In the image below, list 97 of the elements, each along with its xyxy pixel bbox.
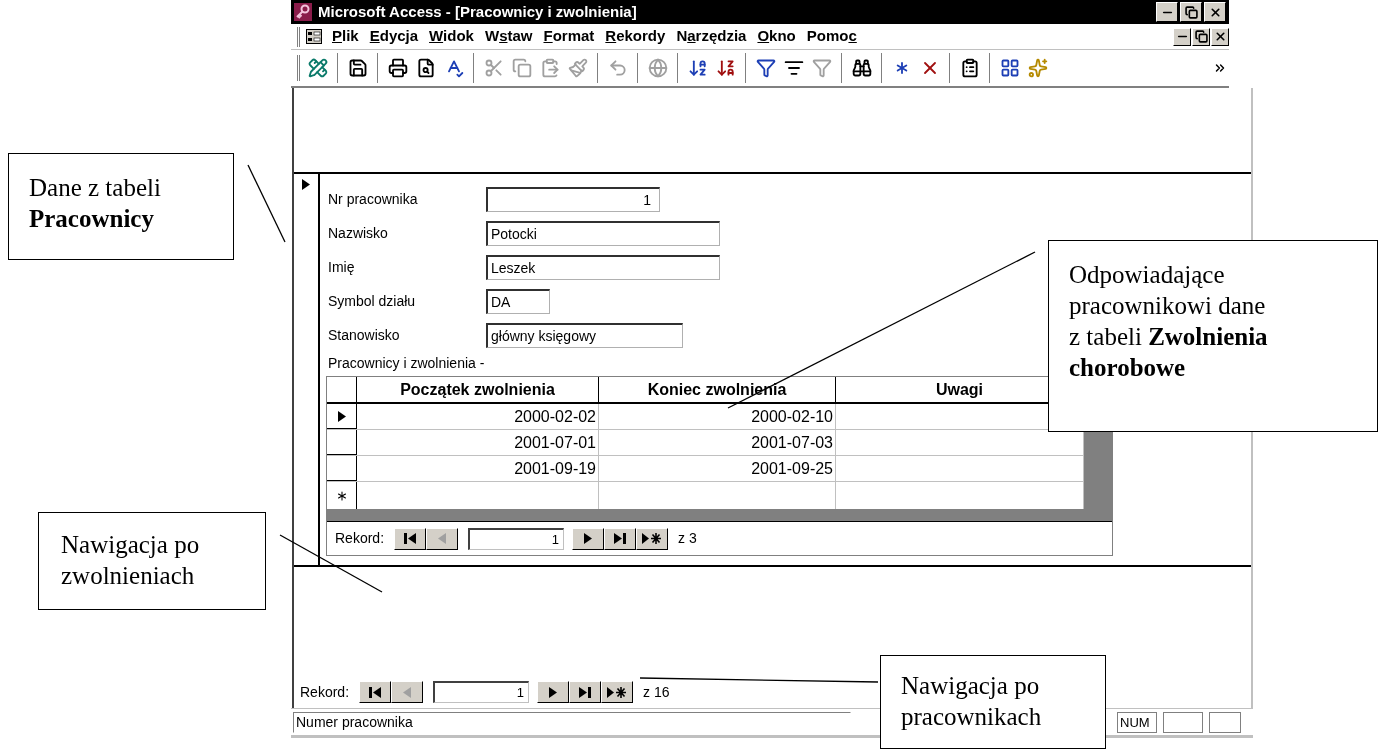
status-indicator: NUM — [1117, 711, 1157, 733]
new-record-icon — [642, 532, 663, 545]
form-icon — [306, 29, 322, 44]
funnel-icon — [812, 58, 832, 78]
copy-icon — [512, 58, 532, 78]
row-selector[interactable] — [327, 430, 357, 455]
menu-item[interactable]: Okno — [757, 25, 796, 48]
callout-text: Dane z tabeli Pracownicy — [8, 153, 234, 260]
restore-button[interactable] — [1192, 27, 1210, 46]
new-record-button[interactable] — [636, 527, 669, 550]
first-record-button[interactable] — [359, 681, 392, 703]
minimize-button[interactable] — [1173, 27, 1191, 46]
sort-descending-icon — [716, 58, 736, 78]
toolbar-overflow-icon — [1213, 61, 1227, 75]
close-button[interactable] — [1211, 27, 1229, 46]
next-icon — [549, 686, 558, 698]
menu-item[interactable]: Narzędzia — [676, 25, 747, 48]
table-cell: 2000-02-10 — [599, 404, 836, 429]
previous-icon — [403, 686, 412, 698]
column-header[interactable]: Uwagi — [935, 377, 984, 402]
window-title: Microsoft Access - [Pracownicy i zwolnienia] — [318, 1, 638, 22]
record-number-field[interactable]: 1 — [433, 681, 530, 703]
current-record-icon — [302, 179, 310, 190]
binoculars-icon — [852, 58, 872, 78]
window-grid-icon — [1000, 58, 1020, 78]
print-icon — [388, 58, 408, 78]
row-selector[interactable] — [327, 456, 357, 481]
paintbrush-icon — [568, 58, 588, 78]
minimize-button[interactable] — [1156, 2, 1178, 22]
first-record-button[interactable] — [394, 527, 427, 550]
text-field[interactable]: główny księgowy — [486, 322, 683, 348]
record-count: z 3 — [678, 529, 697, 548]
menu-item[interactable]: Widok — [429, 25, 474, 48]
menu-item[interactable]: Plik — [332, 25, 359, 48]
restore-button[interactable] — [1180, 2, 1202, 22]
field-label: Imię — [328, 257, 356, 277]
record-count: z 16 — [643, 682, 670, 702]
record-label: Rekord: — [335, 529, 385, 548]
first-record-icon — [404, 533, 417, 544]
undo-icon — [608, 58, 628, 78]
save-icon — [348, 58, 368, 78]
record-label: Rekord: — [300, 682, 350, 702]
text-field[interactable]: Potocki — [486, 220, 720, 246]
status-panel — [1163, 711, 1203, 733]
close-icon — [1213, 30, 1227, 43]
menu-item[interactable]: Wstaw — [484, 25, 533, 48]
table-cell: 2000-02-02 — [357, 404, 599, 429]
menu-item[interactable]: Pomoc — [806, 25, 857, 48]
table-cell: 2001-07-01 — [357, 430, 599, 455]
table-cell: 2001-07-03 — [599, 430, 836, 455]
subform-label: Pracownicy i zwolnienia - — [328, 354, 485, 373]
next-icon — [584, 533, 593, 544]
callout-text: Nawigacja po zwolnieniach — [38, 512, 266, 610]
key-app-icon — [294, 3, 312, 21]
text-field[interactable]: Leszek — [486, 254, 720, 280]
properties-icon — [960, 58, 980, 78]
sparkle-icon — [1028, 58, 1048, 78]
next-record-button[interactable] — [537, 681, 570, 703]
table-cell: 2001-09-25 — [599, 456, 836, 481]
first-record-icon — [369, 686, 382, 698]
table-cell: 2001-09-19 — [357, 456, 599, 481]
restore-icon — [1184, 5, 1198, 19]
callout-text: Odpowiadające pracownikowi dane z tabeli Zwolnienia chorobowe — [1048, 240, 1378, 432]
last-record-icon — [614, 533, 627, 544]
filter-list-icon — [784, 58, 804, 78]
ruler-pencil-icon — [308, 58, 328, 78]
text-field[interactable]: 1 — [486, 186, 660, 212]
filter-icon — [756, 58, 776, 78]
cut-icon — [484, 58, 504, 78]
status-panel — [1209, 711, 1241, 733]
status-message: Numer pracownika — [293, 711, 851, 733]
globe-icon — [648, 58, 668, 78]
last-record-icon — [579, 686, 592, 698]
paste-icon — [540, 58, 560, 78]
field-label: Stanowisko — [328, 325, 401, 345]
restore-icon — [1194, 30, 1208, 43]
field-label: Nr pracownika — [328, 189, 419, 209]
previous-icon — [438, 533, 447, 544]
text-field[interactable]: DA — [486, 288, 550, 314]
row-selector[interactable] — [327, 404, 357, 429]
page-magnifier-icon — [416, 58, 436, 78]
record-number-field[interactable]: 1 — [468, 527, 565, 550]
last-record-button[interactable] — [569, 681, 602, 703]
field-label: Nazwisko — [328, 223, 389, 243]
next-record-button[interactable] — [572, 527, 605, 550]
close-button[interactable] — [1204, 2, 1226, 22]
new-record-icon — [607, 685, 628, 699]
new-record-button[interactable] — [601, 681, 634, 703]
menu-item[interactable]: Rekordy — [605, 25, 666, 48]
column-header[interactable]: Początek zwolnienia — [400, 377, 555, 402]
menu-item[interactable]: Format — [543, 25, 595, 48]
close-icon — [1208, 5, 1222, 19]
last-record-button[interactable] — [604, 527, 637, 550]
field-label: Symbol działu — [328, 291, 417, 311]
sort-ascending-icon — [688, 58, 708, 78]
menu-item[interactable]: Edycja — [369, 25, 419, 48]
callout-text: Nawigacja po pracownikach — [880, 655, 1106, 749]
